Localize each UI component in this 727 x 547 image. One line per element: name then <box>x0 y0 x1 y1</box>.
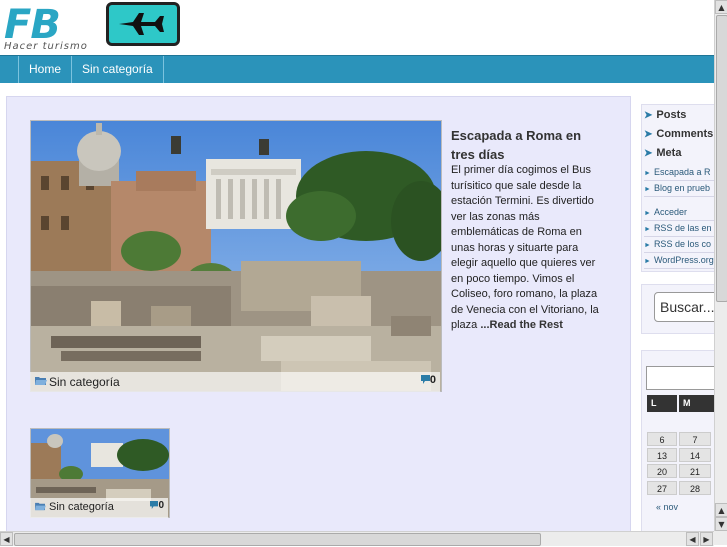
featured-comment-number: 0 <box>429 374 436 386</box>
chevron-right-icon: ► <box>644 242 651 249</box>
chevron-right-icon: ► <box>644 170 651 177</box>
calendar-day-header: L <box>647 395 677 412</box>
calendar-prev-link[interactable]: « nov <box>656 502 678 512</box>
nav-home[interactable]: Home <box>18 56 71 83</box>
featured-post-caption: Sin categoría 0 <box>30 372 440 392</box>
scroll-up-icon[interactable]: ▲ <box>715 0 727 14</box>
sidebar-meta-link-login[interactable]: ► Acceder <box>644 205 714 221</box>
second-comment-number: 0 <box>158 500 164 511</box>
vertical-scrollbar[interactable]: ▲ ▲ ▼ <box>714 0 727 531</box>
calendar-day: 20 <box>647 464 677 478</box>
scrollbar-corner <box>714 531 727 545</box>
featured-post-excerpt-text: El primer día cogimos el Bus turísitico … <box>451 164 599 331</box>
sidebar-meta-link-wordpress[interactable]: ► WordPress.org <box>644 253 714 269</box>
chevron-right-icon: ► <box>644 226 651 233</box>
calendar-day: 28 <box>679 481 711 495</box>
scroll-down-icon[interactable]: ▼ <box>715 517 727 531</box>
sidebar-meta-link-wordpress-label: WordPress.org <box>653 255 714 265</box>
sidebar: ➤ Posts ➤ Comments ➤ Meta ► Escapada a R ► Bl… <box>641 96 714 536</box>
calendar-caption <box>646 366 714 390</box>
folder-icon <box>35 375 47 389</box>
airplane-icon <box>106 2 180 46</box>
scroll-left-icon[interactable]: ◀ <box>686 532 699 546</box>
calendar-day: 7 <box>679 432 711 446</box>
chevron-right-icon: ► <box>644 186 651 193</box>
site-header: FB Hacer turismo <box>0 0 727 55</box>
second-category-link[interactable]: Sin categoría <box>49 501 114 513</box>
read-more-link[interactable]: ...Read the Rest <box>480 319 563 331</box>
calendar-day: 13 <box>647 448 677 462</box>
horizontal-scrollbar-thumb[interactable] <box>14 533 541 546</box>
scroll-left-icon[interactable]: ◀ <box>0 532 13 546</box>
nav-sin-categoria[interactable]: Sin categoría <box>71 56 164 83</box>
main-nav: Home Sin categoría <box>0 55 714 83</box>
comment-icon <box>420 375 430 384</box>
sidebar-meta-link-rss-comments[interactable]: ► RSS de los co <box>644 237 714 253</box>
chevron-right-icon: ➤ <box>644 129 653 140</box>
featured-comment-count[interactable]: 0 <box>420 374 436 386</box>
folder-icon <box>35 502 46 514</box>
calendar-day: 14 <box>679 448 711 462</box>
calendar-day: 27 <box>647 481 677 495</box>
featured-post-title[interactable]: Escapada a Roma en tres días <box>451 126 591 164</box>
calendar-day-header: M <box>679 395 714 412</box>
sidebar-heading-posts[interactable]: ➤ Posts <box>644 106 686 124</box>
second-post-caption: Sin categoría 0 <box>30 498 168 518</box>
sidebar-post-link[interactable]: ► Escapada a R <box>644 165 714 181</box>
sidebar-heading-meta-label: Meta <box>656 147 682 159</box>
sidebar-meta-link-rss-entries[interactable]: ► RSS de las en <box>644 221 714 237</box>
chevron-right-icon: ➤ <box>644 110 653 121</box>
chevron-right-icon: ➤ <box>644 148 653 159</box>
calendar-day: 6 <box>647 432 677 446</box>
sidebar-widgets-box: ➤ Posts ➤ Comments ➤ Meta ► Escapada a R ► Bl… <box>641 104 714 272</box>
chevron-right-icon: ► <box>644 258 651 265</box>
featured-post-excerpt: El primer día cogimos el Bus turísitico … <box>451 163 601 334</box>
scroll-right-icon[interactable]: ▶ <box>700 532 713 546</box>
site-tagline: Hacer turismo <box>4 41 88 52</box>
calendar-day: 21 <box>679 464 711 478</box>
horizontal-scrollbar[interactable]: ◀ ◀ ▶ <box>0 531 714 546</box>
sidebar-meta-link-rss-entries-label: RSS de las en <box>653 223 712 233</box>
sidebar-meta-link-login-label: Acceder <box>653 207 687 217</box>
sidebar-heading-comments-label: Comments <box>656 128 714 140</box>
search-input[interactable]: Buscar... <box>654 292 714 322</box>
second-comment-count[interactable]: 0 <box>150 500 164 511</box>
sidebar-meta-link-rss-comments-label: RSS de los co <box>653 239 711 249</box>
featured-category-link[interactable]: Sin categoría <box>49 375 120 389</box>
vertical-scrollbar-thumb[interactable] <box>716 15 727 302</box>
sidebar-post-link-label: Escapada a R <box>653 167 711 177</box>
sidebar-heading-posts-label: Posts <box>656 109 687 121</box>
scroll-up-icon[interactable]: ▲ <box>715 503 727 517</box>
sidebar-post-link[interactable]: ► Blog en prueb <box>644 181 714 197</box>
featured-post-image[interactable] <box>30 120 442 392</box>
chevron-right-icon: ► <box>644 210 651 217</box>
sidebar-heading-comments[interactable]: ➤ Comments <box>644 125 713 143</box>
sidebar-heading-meta[interactable]: ➤ Meta <box>644 144 681 162</box>
sidebar-post-link-label: Blog en prueb <box>653 183 710 193</box>
